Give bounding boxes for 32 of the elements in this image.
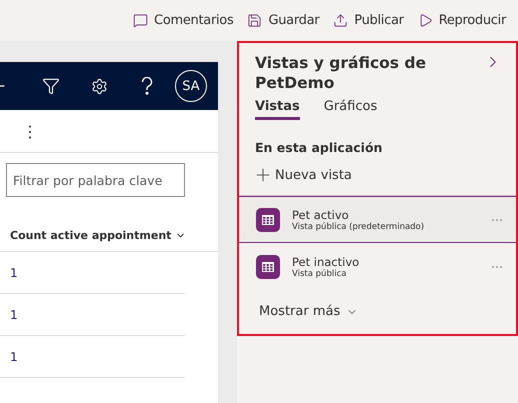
- toolbar-button[interactable]: Comentarios: [133, 13, 234, 28]
- table-cell: 1: [10, 266, 18, 280]
- play-icon: [418, 13, 433, 28]
- panel-title: Vistas y gráficos de PetDemo: [255, 53, 428, 93]
- toolbar-button[interactable]: Guardar: [247, 13, 320, 28]
- save-icon: [247, 13, 262, 28]
- tab[interactable]: Gráficos: [324, 99, 378, 120]
- tab[interactable]: Vistas: [255, 99, 300, 120]
- user-avatar[interactable]: SA: [175, 70, 207, 102]
- filter-field[interactable]: Filtrar por palabra clave: [6, 163, 185, 197]
- view-item[interactable]: Pet activo Vista pública (predeterminado): [239, 196, 516, 243]
- help-icon[interactable]: [141, 77, 153, 95]
- toolbar-button[interactable]: Reproducir: [418, 13, 506, 28]
- publish-icon: [333, 13, 348, 28]
- grid-icon: [256, 208, 280, 232]
- table-cell: 1: [10, 308, 18, 322]
- view-type: Vista pública: [292, 268, 348, 278]
- view-name: Pet inactivo: [292, 254, 360, 268]
- section-heading: En esta aplicación: [254, 139, 384, 155]
- grid-icon: [256, 254, 280, 278]
- view-type: Vista pública (predeterminado): [292, 222, 426, 232]
- table-cell: 1: [10, 350, 18, 364]
- view-item[interactable]: Pet inactivo Vista pública: [239, 243, 516, 290]
- show-more-button[interactable]: Mostrar más: [239, 290, 516, 319]
- more-button[interactable]: ⋮: [22, 122, 38, 140]
- new-view-button[interactable]: Nueva vista: [239, 155, 516, 195]
- toolbar-button[interactable]: Publicar: [333, 13, 404, 28]
- view-name: Pet activo: [292, 208, 350, 222]
- comment-icon: [133, 13, 148, 28]
- settings-icon[interactable]: [90, 78, 108, 94]
- column-header[interactable]: Count active appointment: [10, 228, 172, 242]
- filter-icon[interactable]: [42, 77, 60, 95]
